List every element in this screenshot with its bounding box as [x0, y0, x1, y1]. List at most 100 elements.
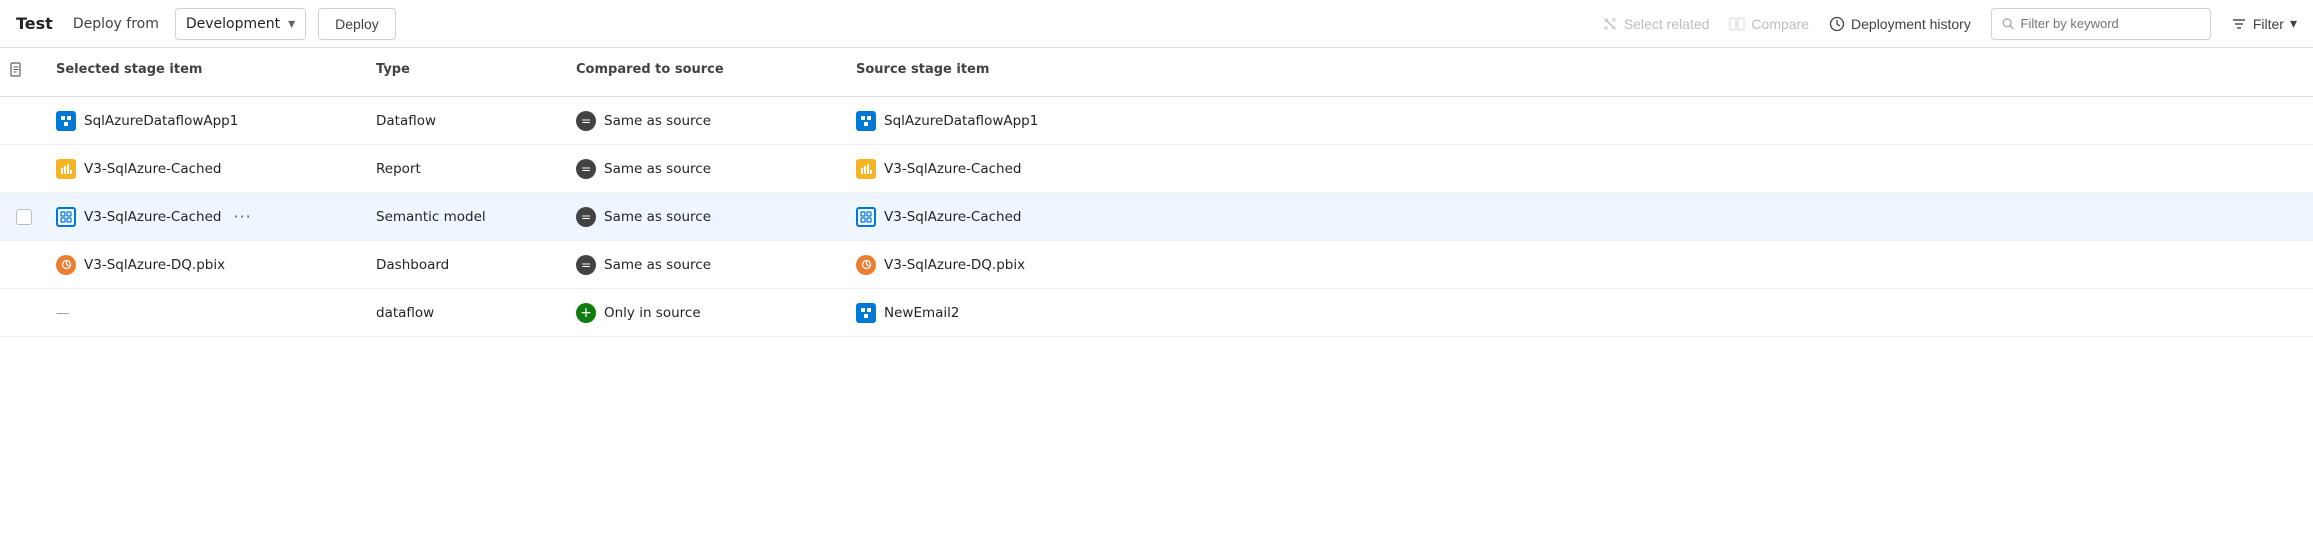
row-type: dataflow — [376, 305, 434, 321]
row-extra-cell — [1128, 113, 2313, 129]
row-icon-cell — [0, 305, 48, 321]
table-row[interactable]: V3-SqlAzure-Cached ··· Semantic model = … — [0, 193, 2313, 241]
row-source-cell: V3-SqlAzure-Cached — [848, 199, 1128, 235]
document-icon — [8, 62, 24, 78]
col-header-source: Source stage item — [848, 56, 1128, 88]
row-status-text: Same as source — [604, 161, 711, 177]
row-status-cell: = Same as source — [568, 151, 848, 187]
table-area: Selected stage item Type Compared to sou… — [0, 48, 2313, 337]
select-related-icon — [1602, 16, 1618, 32]
row-extra-cell — [1128, 257, 2313, 273]
row-source-name: NewEmail2 — [884, 305, 960, 321]
status-same-icon: = — [576, 159, 596, 179]
select-related-label: Select related — [1624, 16, 1710, 32]
col-header-checkbox — [0, 56, 48, 88]
toolbar-actions: Select related Compare Deployment histor… — [1602, 8, 2297, 40]
dataflow-icon — [56, 111, 76, 131]
compare-icon — [1729, 16, 1745, 32]
row-status-text: Same as source — [604, 209, 711, 225]
row-name: V3-SqlAzure-Cached — [84, 209, 221, 225]
row-source-cell: SqlAzureDataflowApp1 — [848, 103, 1128, 139]
col-header-type: Type — [368, 56, 568, 88]
deployment-history-label: Deployment history — [1851, 16, 1971, 32]
row-source-name: V3-SqlAzure-Cached — [884, 209, 1021, 225]
search-icon — [2002, 17, 2015, 31]
status-plus-icon: + — [576, 303, 596, 323]
search-input[interactable] — [2021, 16, 2200, 31]
row-name-dash: — — [56, 305, 70, 321]
row-source-name: SqlAzureDataflowApp1 — [884, 113, 1038, 129]
deployment-history-button[interactable]: Deployment history — [1829, 16, 1971, 32]
row-source-name: V3-SqlAzure-DQ.pbix — [884, 257, 1025, 273]
filter-label: Filter — [2253, 16, 2284, 32]
filter-chevron-icon: ▾ — [2290, 15, 2297, 32]
col-header-extra — [1128, 56, 2313, 88]
row-status-cell: + Only in source — [568, 295, 848, 331]
more-options-icon[interactable]: ··· — [229, 203, 255, 230]
dashboard-icon — [56, 255, 76, 275]
dashboard-icon — [856, 255, 876, 275]
table-body: SqlAzureDataflowApp1 Dataflow = Same as … — [0, 97, 2313, 337]
table-row[interactable]: V3-SqlAzure-DQ.pbix Dashboard = Same as … — [0, 241, 2313, 289]
dataflow-blue-icon — [856, 303, 876, 323]
status-same-icon: = — [576, 111, 596, 131]
compare-button[interactable]: Compare — [1729, 16, 1809, 32]
deploy-from-dropdown[interactable]: Development ▾ — [175, 8, 306, 40]
row-icon-cell — [0, 161, 48, 177]
row-extra-cell — [1128, 305, 2313, 321]
row-icon-cell — [0, 257, 48, 273]
row-type: Dataflow — [376, 113, 436, 129]
report-icon — [56, 159, 76, 179]
row-extra-cell — [1128, 209, 2313, 225]
table-row[interactable]: SqlAzureDataflowApp1 Dataflow = Same as … — [0, 97, 2313, 145]
row-name-cell: — — [48, 297, 368, 329]
row-name: SqlAzureDataflowApp1 — [84, 113, 238, 129]
row-status-text: Only in source — [604, 305, 701, 321]
topbar: Test Deploy from Development ▾ Deploy Se… — [0, 0, 2313, 48]
col-header-compared: Compared to source — [568, 56, 848, 88]
col-header-selected-stage: Selected stage item — [48, 56, 368, 88]
row-status-cell: = Same as source — [568, 103, 848, 139]
deploy-from-value: Development — [186, 16, 280, 32]
search-box[interactable] — [1991, 8, 2211, 40]
row-status-cell: = Same as source — [568, 247, 848, 283]
row-extra-cell — [1128, 161, 2313, 177]
app-title: Test — [16, 14, 53, 33]
filter-icon — [2231, 16, 2247, 32]
dataflow-icon — [856, 111, 876, 131]
filter-button[interactable]: Filter ▾ — [2231, 15, 2297, 32]
row-type: Semantic model — [376, 209, 486, 225]
row-type: Report — [376, 161, 421, 177]
row-checkbox-cell — [0, 201, 48, 233]
row-icon-cell — [0, 113, 48, 129]
row-name: V3-SqlAzure-Cached — [84, 161, 221, 177]
table-header: Selected stage item Type Compared to sou… — [0, 48, 2313, 97]
history-icon — [1829, 16, 1845, 32]
table-row[interactable]: — dataflow + Only in source NewEmail2 — [0, 289, 2313, 337]
table-row[interactable]: V3-SqlAzure-Cached Report = Same as sour… — [0, 145, 2313, 193]
status-same-icon: = — [576, 207, 596, 227]
dropdown-chevron-icon: ▾ — [288, 16, 295, 32]
row-name-cell: SqlAzureDataflowApp1 — [48, 103, 368, 139]
row-name-cell: V3-SqlAzure-DQ.pbix — [48, 247, 368, 283]
row-name: V3-SqlAzure-DQ.pbix — [84, 257, 225, 273]
row-status-text: Same as source — [604, 113, 711, 129]
select-related-button[interactable]: Select related — [1602, 16, 1710, 32]
compare-label: Compare — [1751, 16, 1809, 32]
row-source-cell: V3-SqlAzure-Cached — [848, 151, 1128, 187]
row-type-cell: Report — [368, 153, 568, 185]
row-name-cell: V3-SqlAzure-Cached — [48, 151, 368, 187]
row-type-cell: Dashboard — [368, 249, 568, 281]
deploy-button[interactable]: Deploy — [318, 8, 396, 40]
row-source-cell: NewEmail2 — [848, 295, 1128, 331]
row-status-text: Same as source — [604, 257, 711, 273]
report-icon — [856, 159, 876, 179]
deploy-from-label: Deploy from — [73, 16, 159, 32]
row-source-cell: V3-SqlAzure-DQ.pbix — [848, 247, 1128, 283]
row-name-cell: V3-SqlAzure-Cached ··· — [48, 195, 368, 238]
row-checkbox[interactable] — [16, 209, 32, 225]
status-same-icon: = — [576, 255, 596, 275]
row-source-name: V3-SqlAzure-Cached — [884, 161, 1021, 177]
semantic-icon — [56, 207, 76, 227]
row-type-cell: dataflow — [368, 297, 568, 329]
